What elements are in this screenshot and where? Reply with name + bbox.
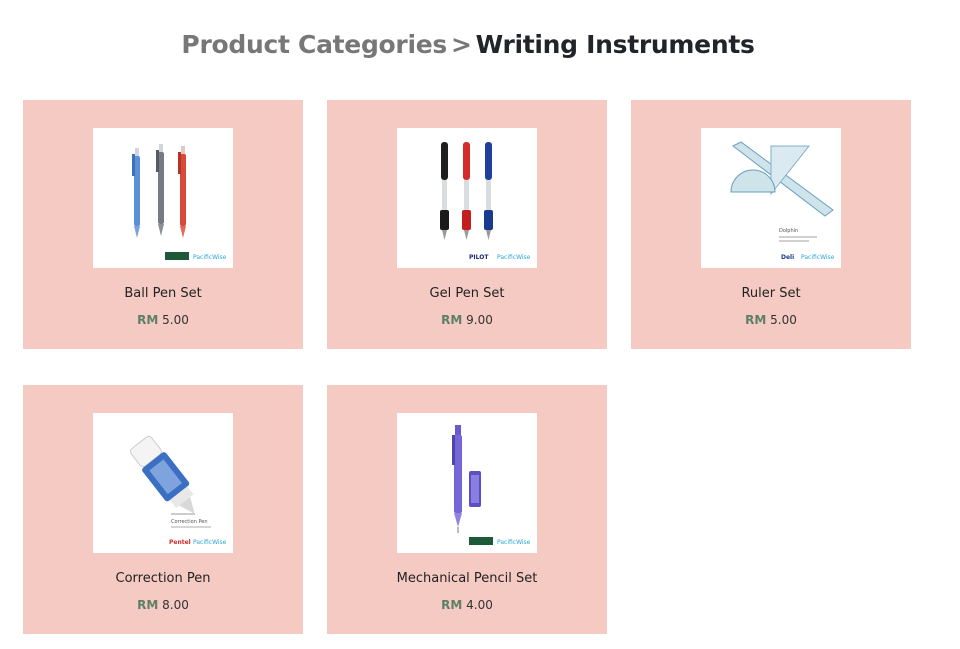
price-currency: RM: [441, 598, 463, 612]
svg-text:Correction Pen: Correction Pen: [171, 519, 208, 525]
product-price: RM 5.00: [23, 313, 303, 327]
svg-text:Deli: Deli: [781, 254, 794, 261]
product-name[interactable]: Correction Pen: [23, 571, 303, 586]
price-value: 4.00: [466, 598, 493, 612]
price-currency: RM: [137, 313, 159, 327]
price-value: 9.00: [466, 313, 493, 327]
page: Product Categories>Writing Instruments: [0, 0, 960, 649]
product-card-correction-pen[interactable]: Correction Pen Pentel PacificWise Correc…: [23, 385, 303, 634]
breadcrumb-parent-link[interactable]: Product Categories: [181, 30, 447, 59]
svg-text:Dolphin: Dolphin: [779, 228, 798, 234]
product-card-ball-pen-set[interactable]: PacificWise Ball Pen Set RM 5.00: [23, 100, 303, 349]
price-currency: RM: [137, 598, 159, 612]
correction-pen-image[interactable]: Correction Pen Pentel PacificWise: [93, 413, 233, 553]
mechanical-pencil-set-image[interactable]: PacificWise: [397, 413, 537, 553]
svg-text:Pentel: Pentel: [169, 539, 191, 546]
product-price: RM 8.00: [23, 598, 303, 612]
breadcrumb-separator: >: [450, 30, 472, 59]
gel-pen-set-image[interactable]: PILOT PacificWise: [397, 128, 537, 268]
svg-text:PacificWise: PacificWise: [497, 254, 531, 261]
ball-pen-set-image[interactable]: PacificWise: [93, 128, 233, 268]
svg-text:PacificWise: PacificWise: [801, 254, 835, 261]
product-price: RM 5.00: [631, 313, 911, 327]
price-value: 5.00: [162, 313, 189, 327]
product-price: RM 9.00: [327, 313, 607, 327]
product-card-mechanical-pencil-set[interactable]: PacificWise Mechanical Pencil Set RM 4.0…: [327, 385, 607, 634]
product-name[interactable]: Ruler Set: [631, 286, 911, 301]
price-currency: RM: [441, 313, 463, 327]
breadcrumb: Product Categories > Writing Instruments: [0, 28, 936, 62]
product-card-ruler-set[interactable]: Dolphin Deli PacificWise Ruler Set RM 5.…: [631, 100, 911, 349]
product-name[interactable]: Ball Pen Set: [23, 286, 303, 301]
product-name[interactable]: Gel Pen Set: [327, 286, 607, 301]
price-value: 5.00: [770, 313, 797, 327]
price-value: 8.00: [162, 598, 189, 612]
svg-text:PILOT: PILOT: [469, 254, 489, 261]
svg-text:PacificWise: PacificWise: [497, 539, 531, 546]
breadcrumb-current: Writing Instruments: [475, 30, 755, 59]
price-currency: RM: [745, 313, 767, 327]
product-price: RM 4.00: [327, 598, 607, 612]
svg-text:PacificWise: PacificWise: [193, 539, 227, 546]
product-card-gel-pen-set[interactable]: PILOT PacificWise Gel Pen Set RM 9.00: [327, 100, 607, 349]
ruler-set-image[interactable]: Dolphin Deli PacificWise: [701, 128, 841, 268]
product-name[interactable]: Mechanical Pencil Set: [327, 571, 607, 586]
svg-text:PacificWise: PacificWise: [193, 254, 227, 261]
